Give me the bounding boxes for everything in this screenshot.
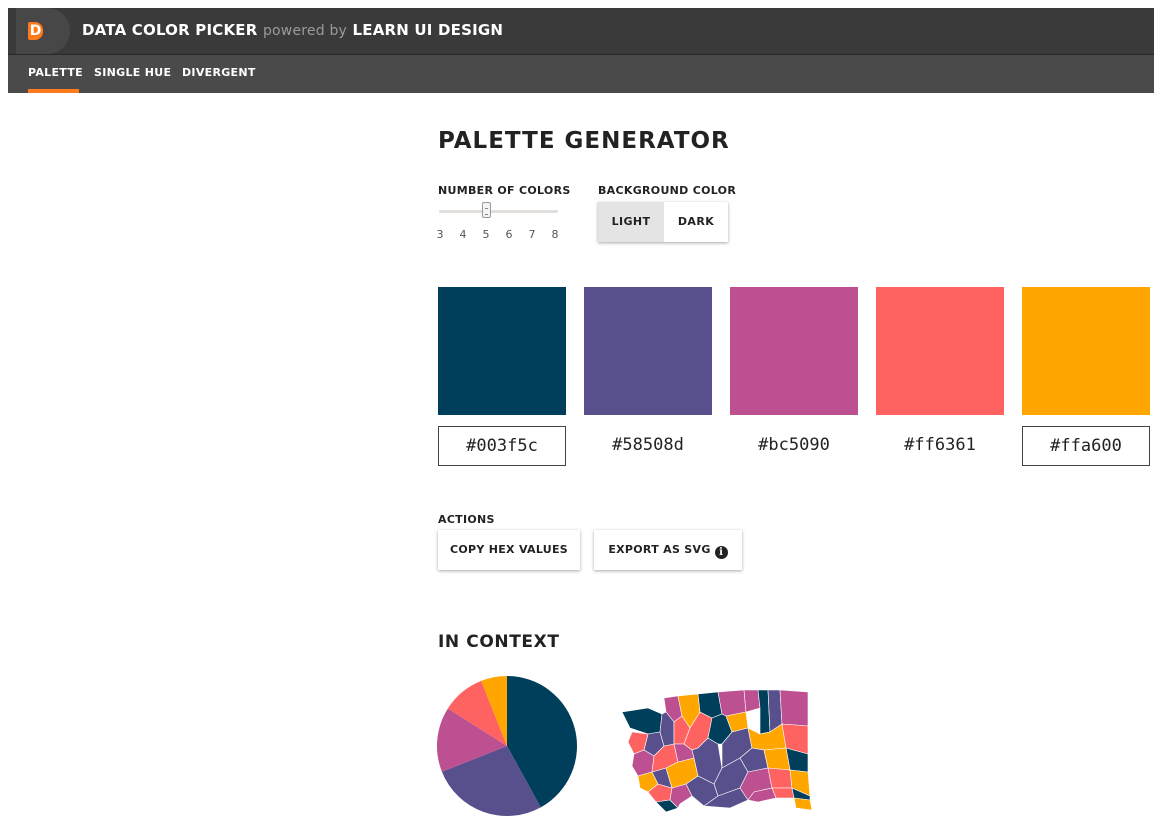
- background-color-label: BACKGROUND COLOR: [598, 184, 737, 197]
- info-icon[interactable]: i: [714, 546, 728, 559]
- brand-link[interactable]: LEARN UI DESIGN: [352, 21, 503, 39]
- background-color-toggle: LIGHT DARK: [598, 202, 728, 242]
- tab-divergent[interactable]: DIVERGENT: [182, 66, 256, 79]
- map-region: [717, 689, 747, 717]
- page-title: PALETTE GENERATOR: [438, 128, 730, 154]
- slider-tick-4: 4: [459, 228, 467, 241]
- map-region: [763, 747, 791, 771]
- slider-tick-3: 3: [436, 228, 444, 241]
- color-swatch-4[interactable]: [876, 287, 1004, 415]
- map-region: [793, 797, 812, 811]
- light-button[interactable]: LIGHT: [598, 202, 664, 242]
- map-region: [767, 767, 793, 789]
- copy-hex-values-button[interactable]: COPY HEX VALUES: [438, 530, 580, 570]
- app-title: DATA COLOR PICKER powered by LEARN UI DE…: [82, 21, 503, 39]
- color-swatch-2[interactable]: [584, 287, 712, 415]
- color-swatch-1[interactable]: [438, 287, 566, 415]
- hex-input-1[interactable]: #003f5c: [438, 426, 566, 466]
- hex-input-5[interactable]: #ffa600: [1022, 426, 1150, 466]
- in-context-title: IN CONTEXT: [438, 632, 560, 652]
- active-tab-indicator: [28, 89, 79, 93]
- number-of-colors-label: NUMBER OF COLORS: [438, 184, 571, 197]
- color-swatch-5[interactable]: [1022, 287, 1150, 415]
- tab-single-hue[interactable]: SINGLE HUE: [94, 66, 171, 79]
- slider-tick-7: 7: [528, 228, 536, 241]
- map-region: [621, 707, 663, 735]
- export-as-svg-button[interactable]: EXPORT AS SVG i: [594, 530, 742, 570]
- slider-tick-8: 8: [551, 228, 559, 241]
- logo-badge[interactable]: D: [16, 8, 70, 54]
- color-swatch-3[interactable]: [730, 287, 858, 415]
- slider-tick-6: 6: [505, 228, 513, 241]
- powered-by-text: powered by: [262, 23, 348, 39]
- tab-palette[interactable]: PALETTE: [28, 66, 83, 79]
- hex-value-4[interactable]: #ff6361: [876, 426, 1004, 466]
- app-title-text: DATA COLOR PICKER: [82, 21, 258, 39]
- number-of-colors-slider[interactable]: [439, 210, 558, 213]
- app-header: D DATA COLOR PICKER powered by LEARN UI …: [8, 8, 1154, 55]
- hex-value-3[interactable]: #bc5090: [730, 426, 858, 466]
- dark-button[interactable]: DARK: [664, 202, 728, 242]
- export-as-svg-label: EXPORT AS SVG: [608, 543, 711, 556]
- hex-value-2[interactable]: #58508d: [584, 426, 712, 466]
- actions-label: ACTIONS: [438, 513, 495, 526]
- slider-tick-5: 5: [482, 228, 490, 241]
- map-region: [779, 689, 809, 727]
- washington-map: [621, 689, 812, 813]
- nav-bar: PALETTE SINGLE HUE DIVERGENT: [8, 55, 1154, 93]
- map-region: [743, 689, 761, 713]
- pie-chart: [437, 676, 577, 816]
- slider-handle[interactable]: [482, 202, 491, 218]
- logo-icon: D: [28, 22, 43, 40]
